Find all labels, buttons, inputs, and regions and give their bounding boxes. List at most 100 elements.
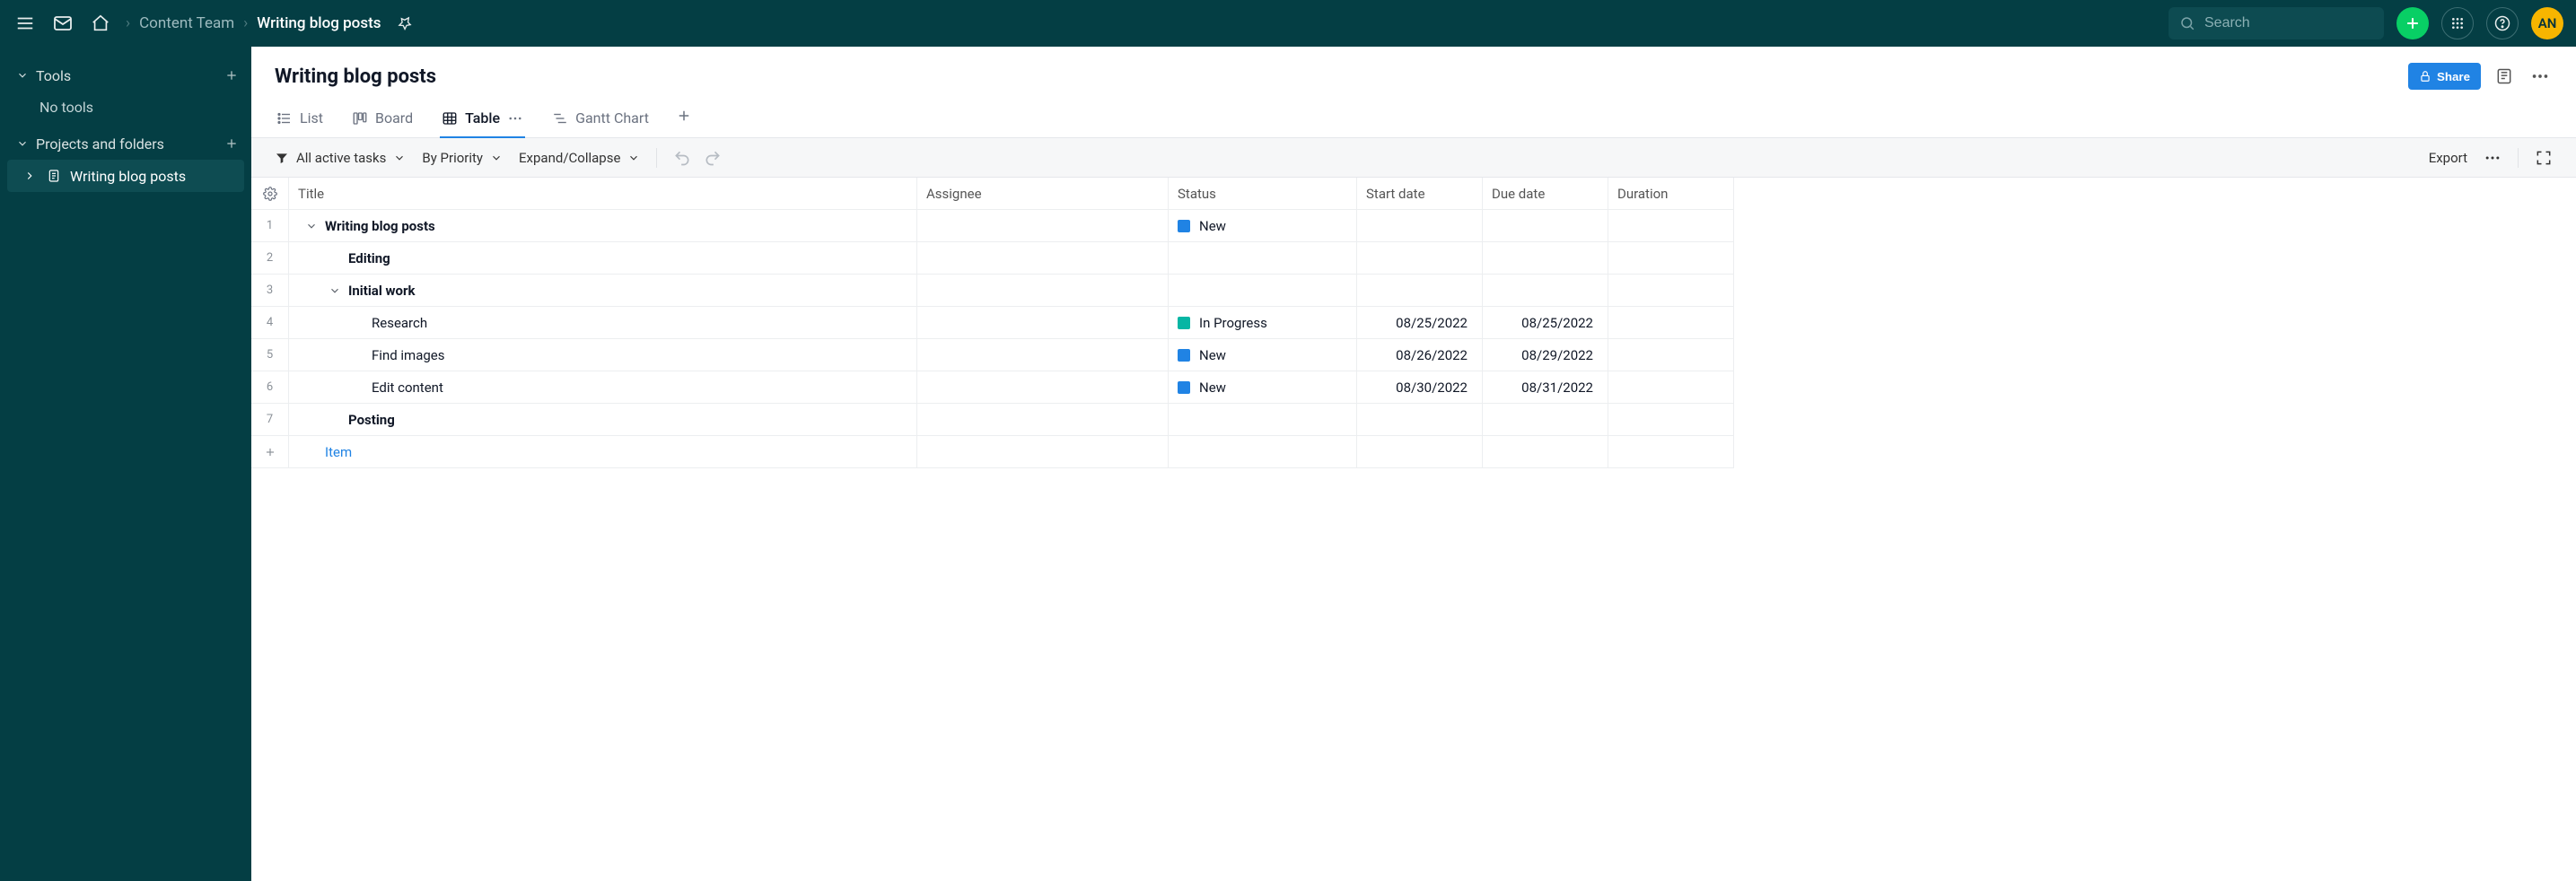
search-input[interactable] xyxy=(2204,15,2357,31)
start-date-cell[interactable]: 08/25/2022 xyxy=(1357,307,1483,339)
title-cell[interactable]: Writing blog posts xyxy=(289,210,917,242)
duration-cell[interactable] xyxy=(1608,210,1734,242)
apps-button[interactable] xyxy=(2441,7,2474,39)
title-cell[interactable]: Research xyxy=(289,307,917,339)
status-cell[interactable]: New xyxy=(1169,371,1357,404)
start-date-cell[interactable] xyxy=(1357,210,1483,242)
collapse-toggle[interactable] xyxy=(329,284,341,297)
assignee-cell[interactable] xyxy=(917,404,1169,436)
due-date-cell[interactable] xyxy=(1483,404,1608,436)
start-date-cell[interactable]: 08/26/2022 xyxy=(1357,339,1483,371)
table-settings-button[interactable] xyxy=(251,178,289,210)
share-button[interactable]: Share xyxy=(2408,63,2481,90)
tab-options-button[interactable] xyxy=(507,110,523,126)
table-viewport[interactable]: Title Assignee Status Start date Due dat… xyxy=(251,178,2576,881)
status-cell[interactable]: In Progress xyxy=(1169,307,1357,339)
assignee-cell[interactable] xyxy=(917,275,1169,307)
title-cell[interactable]: Find images xyxy=(289,339,917,371)
due-date-cell[interactable] xyxy=(1483,275,1608,307)
inbox-button[interactable] xyxy=(50,11,75,36)
assignee-cell[interactable] xyxy=(917,436,1169,468)
duration-cell[interactable] xyxy=(1608,339,1734,371)
filter-tasks-dropdown[interactable]: All active tasks xyxy=(275,150,406,166)
due-date-cell[interactable] xyxy=(1483,436,1608,468)
pin-button[interactable] xyxy=(392,11,417,36)
assignee-cell[interactable] xyxy=(917,307,1169,339)
duration-cell[interactable] xyxy=(1608,307,1734,339)
sort-dropdown[interactable]: By Priority xyxy=(422,150,503,166)
add-project-button[interactable] xyxy=(224,136,239,151)
more-menu-button[interactable] xyxy=(2528,64,2553,89)
title-cell[interactable]: Posting xyxy=(289,404,917,436)
fullscreen-icon xyxy=(2535,149,2553,167)
status-swatch xyxy=(1178,317,1190,329)
activity-panel-button[interactable] xyxy=(2492,64,2517,89)
sidebar-section-projects[interactable]: Projects and folders xyxy=(0,127,251,160)
status-cell[interactable]: New xyxy=(1169,210,1357,242)
search-box[interactable] xyxy=(2169,7,2384,39)
help-button[interactable] xyxy=(2486,7,2519,39)
start-date-cell[interactable]: 08/30/2022 xyxy=(1357,371,1483,404)
tab-table[interactable]: Table xyxy=(440,102,525,137)
home-icon xyxy=(91,13,110,33)
hamburger-menu-button[interactable] xyxy=(13,11,38,36)
due-date-cell[interactable] xyxy=(1483,242,1608,275)
status-cell[interactable]: New xyxy=(1169,339,1357,371)
tab-list[interactable]: List xyxy=(275,102,325,137)
sidebar-section-tools[interactable]: Tools xyxy=(0,59,251,92)
column-header-start[interactable]: Start date xyxy=(1357,178,1483,210)
fullscreen-button[interactable] xyxy=(2535,149,2553,167)
plus-icon xyxy=(2404,14,2422,32)
status-cell[interactable] xyxy=(1169,242,1357,275)
row-number: 6 xyxy=(251,371,289,404)
redo-button[interactable] xyxy=(704,149,722,167)
status-cell[interactable] xyxy=(1169,275,1357,307)
due-date-cell[interactable]: 08/29/2022 xyxy=(1483,339,1608,371)
duration-cell[interactable] xyxy=(1608,404,1734,436)
export-button[interactable]: Export xyxy=(2429,150,2467,166)
status-swatch xyxy=(1178,220,1190,232)
status-cell[interactable] xyxy=(1169,436,1357,468)
title-cell[interactable]: Editing xyxy=(289,242,917,275)
due-date-cell[interactable] xyxy=(1483,210,1608,242)
global-add-button[interactable] xyxy=(2396,7,2429,39)
column-header-assignee[interactable]: Assignee xyxy=(917,178,1169,210)
add-view-button[interactable] xyxy=(676,108,692,133)
assignee-cell[interactable] xyxy=(917,210,1169,242)
start-date-cell[interactable] xyxy=(1357,275,1483,307)
expand-collapse-dropdown[interactable]: Expand/Collapse xyxy=(519,150,640,166)
start-date-cell[interactable] xyxy=(1357,436,1483,468)
breadcrumb-current[interactable]: Writing blog posts xyxy=(257,14,381,32)
column-header-due[interactable]: Due date xyxy=(1483,178,1608,210)
title-cell[interactable]: Initial work xyxy=(289,275,917,307)
column-header-duration[interactable]: Duration xyxy=(1608,178,1734,210)
duration-cell[interactable] xyxy=(1608,242,1734,275)
breadcrumb-parent[interactable]: Content Team xyxy=(139,14,234,32)
home-button[interactable] xyxy=(88,11,113,36)
undo-button[interactable] xyxy=(673,149,691,167)
title-cell[interactable]: Edit content xyxy=(289,371,917,404)
duration-cell[interactable] xyxy=(1608,436,1734,468)
toolbar-more-button[interactable] xyxy=(2484,149,2502,167)
column-header-title[interactable]: Title xyxy=(289,178,917,210)
add-row-button[interactable] xyxy=(251,436,289,468)
tab-board[interactable]: Board xyxy=(350,102,415,137)
column-header-status[interactable]: Status xyxy=(1169,178,1357,210)
due-date-cell[interactable]: 08/25/2022 xyxy=(1483,307,1608,339)
status-cell[interactable] xyxy=(1169,404,1357,436)
duration-cell[interactable] xyxy=(1608,275,1734,307)
new-item-cell[interactable]: Item xyxy=(289,436,917,468)
duration-cell[interactable] xyxy=(1608,371,1734,404)
panel-icon xyxy=(2495,67,2513,85)
assignee-cell[interactable] xyxy=(917,371,1169,404)
add-tool-button[interactable] xyxy=(224,68,239,83)
avatar[interactable]: AN xyxy=(2531,7,2563,39)
start-date-cell[interactable] xyxy=(1357,404,1483,436)
sidebar-project-writing-blog-posts[interactable]: Writing blog posts xyxy=(7,160,244,192)
assignee-cell[interactable] xyxy=(917,339,1169,371)
tab-gantt[interactable]: Gantt Chart xyxy=(550,102,651,137)
collapse-toggle[interactable] xyxy=(305,220,318,232)
due-date-cell[interactable]: 08/31/2022 xyxy=(1483,371,1608,404)
start-date-cell[interactable] xyxy=(1357,242,1483,275)
assignee-cell[interactable] xyxy=(917,242,1169,275)
